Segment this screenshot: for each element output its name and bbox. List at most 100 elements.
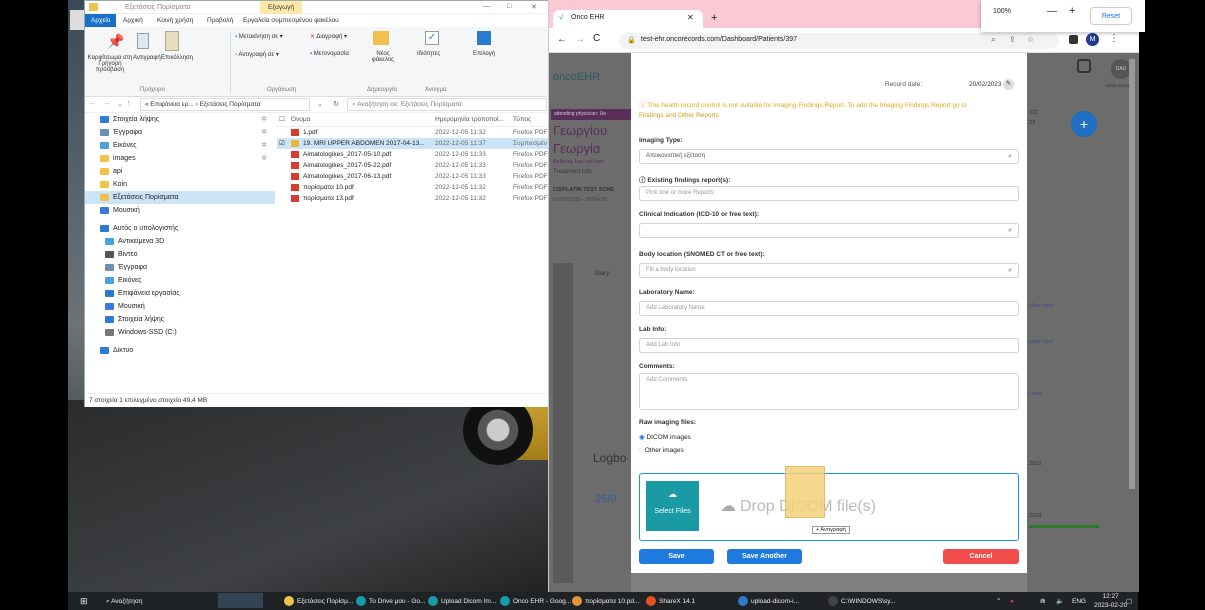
menu-share[interactable]: Κοινή χρήση bbox=[157, 17, 193, 24]
taskbar-app[interactable]: C:\WINDOWS\sy... bbox=[828, 595, 895, 608]
record-icon[interactable]: ● bbox=[1010, 595, 1014, 608]
imaging-type-select[interactable]: Απεικονιστική εξέταση ⌕ bbox=[639, 149, 1019, 164]
nav-item[interactable]: Έγγραφα ✲ bbox=[85, 126, 275, 139]
clinical-indication-input[interactable]: ⌕ bbox=[639, 223, 1019, 238]
star-icon[interactable]: ☆ bbox=[1027, 35, 1034, 44]
close-button[interactable]: ✕ bbox=[531, 3, 537, 11]
zoom-out-button[interactable]: — bbox=[1047, 6, 1057, 17]
save-another-button[interactable]: Save Another bbox=[727, 549, 802, 564]
taskbar-app[interactable]: ShareX 14.1 bbox=[646, 595, 695, 608]
back-icon[interactable]: ← bbox=[557, 34, 567, 45]
browser-tab[interactable]: √ Onco EHR ✕ bbox=[553, 10, 703, 28]
address-path[interactable]: « Επιφάνεια ερ... › Εξετάσεις Πορίσματα bbox=[140, 98, 310, 111]
nav-item[interactable]: Εικόνες bbox=[85, 274, 275, 287]
taskbar-app[interactable]: Onco EHR - Goog... bbox=[500, 595, 571, 608]
zoom-in-button[interactable]: + bbox=[1069, 5, 1075, 17]
dicom-radio[interactable]: ◉ DICOM images bbox=[639, 433, 691, 441]
new-tab-button[interactable]: + bbox=[711, 12, 717, 24]
maximize-button[interactable]: □ bbox=[507, 3, 511, 10]
clock[interactable]: 12:27 2023-02-20 bbox=[1094, 592, 1127, 609]
pin-icon[interactable]: ✲ bbox=[261, 152, 267, 165]
comments-textarea[interactable]: Add Comments bbox=[639, 373, 1019, 410]
file-row[interactable]: Aimatologikes_2017-05-22.pdf 2022-12-05 1… bbox=[277, 160, 550, 171]
pin-icon[interactable]: ✲ bbox=[261, 139, 267, 152]
file-row[interactable]: ☑ 19. MRI UPPER ABDOMEN 2017-04-13... 2022… bbox=[277, 138, 550, 149]
copy-button[interactable]: Αντιγραφή bbox=[133, 55, 161, 61]
new-folder-button[interactable]: Νέος φάκελος bbox=[369, 51, 397, 63]
address-dropdown-icon[interactable]: ⌄ bbox=[317, 100, 323, 108]
nav-item[interactable]: Μουσική bbox=[85, 300, 275, 313]
share-icon[interactable]: ⇪ bbox=[1009, 35, 1016, 44]
menu-compressed-tools[interactable]: Εργαλεία συμπιεσμένου φακέλου bbox=[243, 17, 339, 24]
page-scrollbar[interactable] bbox=[1129, 59, 1135, 489]
file-row[interactable]: Aimatologikes_2017-05-10.pdf 2022-12-05 1… bbox=[277, 149, 550, 160]
add-button[interactable]: + bbox=[1071, 111, 1097, 137]
nav-item[interactable]: Εικόνες ✲ bbox=[85, 139, 275, 152]
taskbar-search[interactable]: ⌕ Αναζήτηση bbox=[106, 595, 143, 608]
user-avatar[interactable]: DAU bbox=[1111, 59, 1131, 79]
extension-icon[interactable] bbox=[1069, 35, 1078, 44]
nav-item[interactable]: Έγγραφα bbox=[85, 261, 275, 274]
file-row[interactable]: πορίσματα 10.pdf 2022-12-05 11:32 Firefox … bbox=[277, 182, 550, 193]
tray-chevron-icon[interactable]: ⌃ bbox=[996, 595, 1001, 608]
nav-item[interactable]: Αντικείμενα 3D bbox=[85, 235, 275, 248]
pin-quick-access-button[interactable]: Καρφίτσωμα στη Γρήγορη πρόσβαση bbox=[87, 55, 133, 73]
body-location-input[interactable]: Fill a body location ⌕ bbox=[639, 263, 1019, 278]
select-button[interactable]: Επιλογή bbox=[473, 51, 495, 57]
volume-icon[interactable]: 🔈 bbox=[1056, 595, 1064, 608]
nav-item[interactable]: Εξετάσεις Πορίσματα bbox=[85, 191, 275, 204]
edit-date-icon[interactable]: ✎ bbox=[1003, 79, 1014, 90]
column-date[interactable]: Ημερομηνία τροποποί... bbox=[435, 113, 504, 127]
pin-icon[interactable]: ✲ bbox=[261, 113, 267, 126]
copy-to-button[interactable]: ▪ Αντιγραφή σε ▾ bbox=[235, 51, 279, 58]
other-radio[interactable]: ○ Other images bbox=[639, 447, 684, 454]
nav-item[interactable]: Επιφάνεια εργασίας bbox=[85, 287, 275, 300]
taskbar-app[interactable]: upload-dicom-i... bbox=[738, 595, 799, 608]
url-field[interactable]: 🔒 test-ehr.oncorecords.com/Dashboard/Pat… bbox=[619, 33, 1059, 49]
menu-file[interactable]: Αρχείο bbox=[85, 14, 117, 27]
cancel-button[interactable]: Cancel bbox=[943, 549, 1019, 564]
define-link-1[interactable]: efine now bbox=[1029, 303, 1053, 309]
notification-icon[interactable]: ▢ bbox=[1126, 595, 1132, 608]
zoom-icon[interactable]: ⌕ bbox=[991, 35, 995, 45]
select-files-button[interactable]: ☁ Select Files bbox=[646, 481, 699, 531]
findings-link[interactable]: Findings and Other Reports bbox=[639, 112, 719, 119]
network-icon[interactable]: ⋒ bbox=[1040, 595, 1045, 608]
language-indicator[interactable]: ENG bbox=[1072, 595, 1086, 608]
kebab-menu-icon[interactable]: ⋮ bbox=[1109, 33, 1119, 44]
nav-item[interactable]: Αυτός ο υπολογιστής bbox=[85, 222, 275, 235]
dicom-dropzone[interactable]: ☁ Select Files ☁ Drop DICOM file(s) + Αν… bbox=[639, 466, 1019, 541]
taskbar-weather-widget[interactable] bbox=[218, 593, 263, 608]
up-arrow-icon[interactable]: ↑ bbox=[127, 100, 131, 107]
pin-icon[interactable]: ✲ bbox=[261, 126, 267, 139]
paste-button[interactable]: Επικόλληση bbox=[161, 55, 193, 61]
taskbar-app[interactable]: Εξετάσεις Πορίσμ... bbox=[284, 595, 353, 608]
minimize-button[interactable]: — bbox=[483, 3, 490, 10]
column-name[interactable]: Όνομα bbox=[291, 113, 310, 127]
delete-button[interactable]: ✕ Διαγραφή ▾ bbox=[310, 33, 347, 40]
lab-name-input[interactable]: Add Laboratory Name bbox=[639, 301, 1019, 316]
header-checkbox[interactable]: ☐ bbox=[279, 113, 285, 127]
refresh-icon[interactable]: ↻ bbox=[333, 100, 339, 108]
taskbar-app[interactable]: Upload Dicom Im... bbox=[428, 595, 496, 608]
nav-item[interactable]: Μουσική bbox=[85, 204, 275, 217]
nav-item[interactable]: Koin bbox=[85, 178, 275, 191]
define-link-3[interactable]: l now bbox=[1029, 391, 1042, 397]
nav-item[interactable]: Windows-SSD (C:) bbox=[85, 326, 275, 339]
tab-extract[interactable]: Εξαγωγή bbox=[260, 1, 303, 14]
define-link-2[interactable]: efine now bbox=[1029, 339, 1053, 345]
menu-home[interactable]: Αρχική bbox=[123, 17, 143, 24]
nav-item[interactable]: Στοιχεία λήψης ✲ bbox=[85, 113, 275, 126]
taskbar-app[interactable]: πορίσματα 10.pd... bbox=[572, 595, 639, 608]
nav-item[interactable]: Δίκτυο bbox=[85, 344, 275, 357]
menu-view[interactable]: Προβολή bbox=[207, 17, 233, 24]
zoom-reset-button[interactable]: Reset bbox=[1090, 7, 1132, 25]
tab-close-icon[interactable]: ✕ bbox=[687, 13, 694, 22]
rename-button[interactable]: ▪ Μετονομασία bbox=[310, 51, 349, 57]
save-button[interactable]: Save bbox=[639, 549, 714, 564]
forward-icon[interactable]: → bbox=[575, 34, 585, 45]
nav-item[interactable]: images ✲ bbox=[85, 152, 275, 165]
nav-item[interactable]: Βίντεο bbox=[85, 248, 275, 261]
file-row[interactable]: 1.pdf 2022-12-05 11:32 Firefox PDF bbox=[277, 127, 550, 138]
column-type[interactable]: Τύπος bbox=[513, 113, 531, 127]
